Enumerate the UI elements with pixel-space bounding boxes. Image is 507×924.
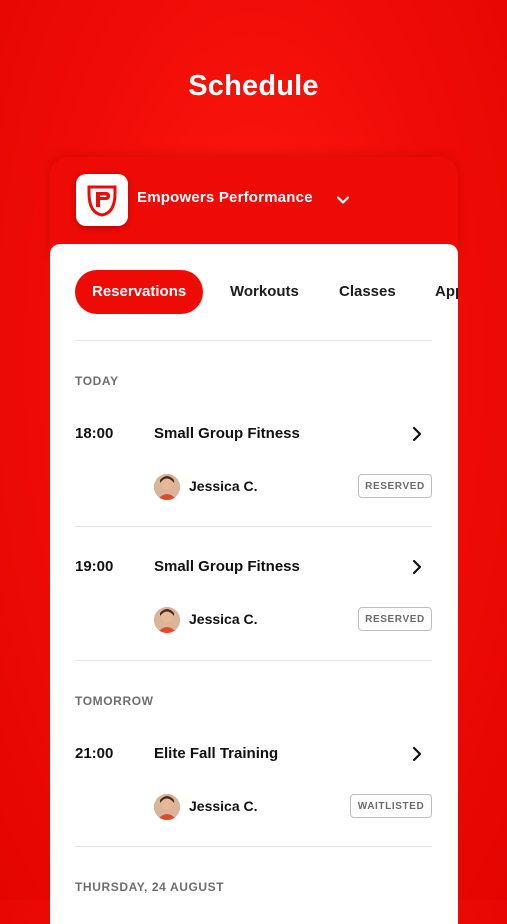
divider [75,660,432,661]
tab-bar: Reservations Workouts Classes App [75,270,458,314]
chevron-down-icon[interactable] [334,191,352,209]
reservation-time: 18:00 [75,425,114,442]
coach-name: Jessica C. [189,611,258,627]
organization-logo-icon [76,174,128,226]
reservation-title: Small Group Fitness [154,558,300,575]
section-label-thursday: THURSDAY, 24 AUGUST [75,880,225,894]
chevron-right-icon[interactable] [410,746,424,762]
chevron-right-icon[interactable] [410,426,424,442]
tab-classes[interactable]: Classes [339,270,396,314]
tab-workouts[interactable]: Workouts [230,270,299,314]
coach-avatar [154,794,180,820]
coach-name: Jessica C. [189,478,258,494]
tab-app[interactable]: App [435,270,458,314]
tab-reservations[interactable]: Reservations [75,270,204,314]
section-label-today: TODAY [75,374,119,388]
coach-name: Jessica C. [189,798,258,814]
divider [75,526,432,527]
reservation-time: 21:00 [75,745,114,762]
status-badge: RESERVED [358,607,432,631]
coach-avatar [154,474,180,500]
status-badge: RESERVED [358,474,432,498]
reservation-title: Elite Fall Training [154,745,279,762]
divider [75,846,432,847]
schedule-card: Reservations Workouts Classes App TODAY … [50,244,458,924]
reservation-time: 19:00 [75,558,114,575]
organization-selector[interactable]: Empowers Performance [50,157,458,257]
coach-avatar [154,607,180,633]
organization-name[interactable]: Empowers Performance [137,189,313,206]
status-badge: WAITLISTED [350,794,432,818]
reservation-title: Small Group Fitness [154,425,300,442]
section-label-tomorrow: TOMORROW [75,694,154,708]
divider [75,340,432,341]
chevron-right-icon[interactable] [410,559,424,575]
page-title: Schedule [188,70,319,102]
